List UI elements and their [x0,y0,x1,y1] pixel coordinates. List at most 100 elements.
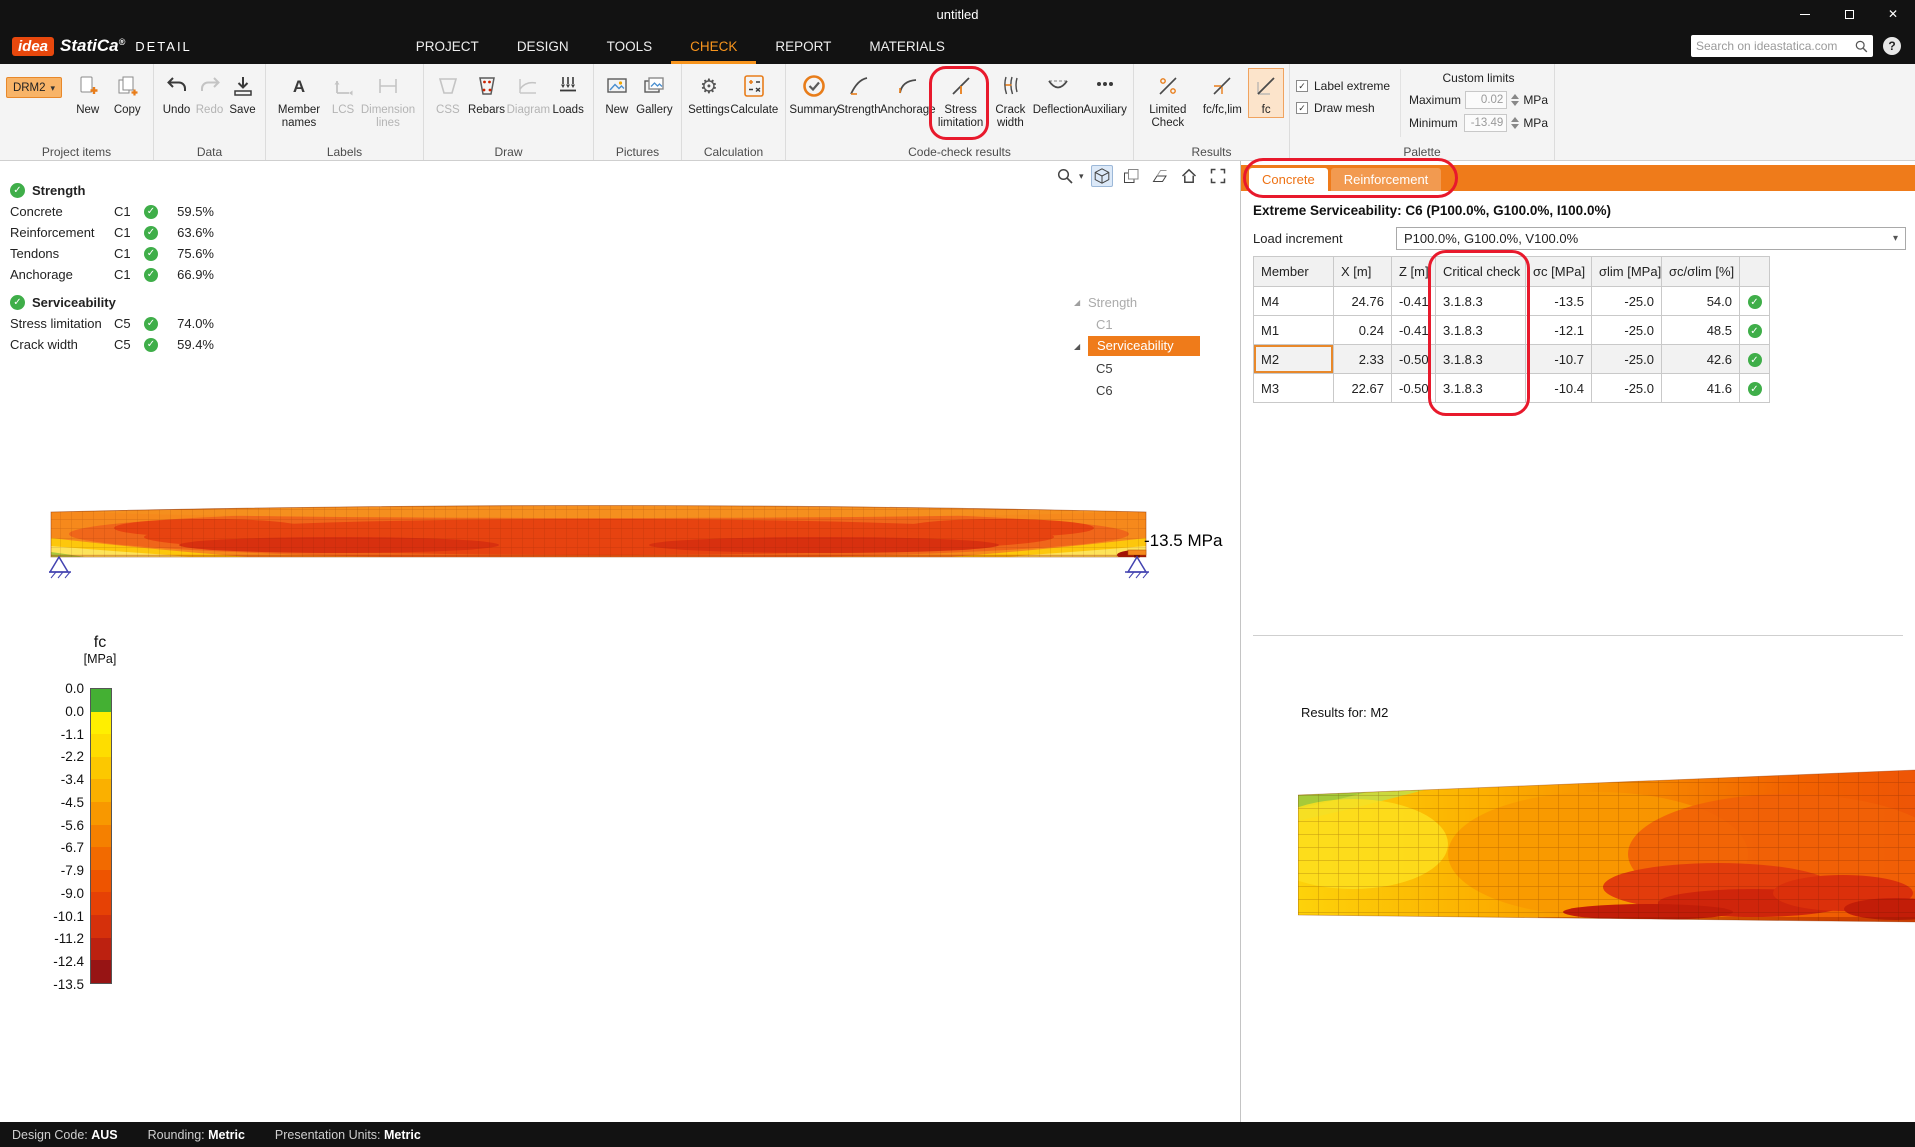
load-increment-dropdown[interactable]: P100.0%, G100.0%, V100.0% ▾ [1396,227,1906,250]
settings-button[interactable]: ⚙ Settings [688,69,730,117]
stress-limitation-label: Stress limitation [934,104,988,130]
check-result-row[interactable]: TendonsC175.6% [10,243,260,264]
limited-check-button[interactable]: Limited Check [1140,69,1196,130]
column-header--c-lim-[interactable]: σc/σlim [%] [1662,257,1740,287]
label-extreme-checkbox[interactable]: Label extreme [1296,79,1396,93]
menu-report[interactable]: REPORT [756,28,850,64]
zoom-dropdown-icon[interactable]: ▾ [1079,171,1084,182]
logo-product: DETAIL [135,39,192,54]
maximize-button[interactable] [1827,0,1871,28]
table-row-m1[interactable]: M10.24-0.413.1.8.3-12.1-25.048.5 [1254,316,1770,345]
column-header-z-m-[interactable]: Z [m] [1392,257,1436,287]
menu-check[interactable]: CHECK [671,28,756,64]
copy-project-item-button[interactable]: Copy [108,69,148,117]
beam-heatmap[interactable] [49,500,1149,590]
column-header-critical-check[interactable]: Critical check [1436,257,1526,287]
group-label-code-check-results: Code-check results [786,145,1133,159]
loads-button[interactable]: Loads [549,69,587,117]
tab-concrete[interactable]: Concrete [1249,168,1328,191]
tab-reinforcement[interactable]: Reinforcement [1331,168,1442,191]
auxiliary-button[interactable]: Auxiliary [1083,69,1127,117]
table-row-m3[interactable]: M322.67-0.503.1.8.3-10.4-25.041.6 [1254,374,1770,403]
search-icon[interactable] [1854,39,1868,53]
navigator-item-c6[interactable]: C6 [1074,379,1200,401]
undo-button[interactable]: Undo [160,69,193,117]
crack-width-button[interactable]: Crack width [987,69,1033,130]
table-row-m4[interactable]: M424.76-0.413.1.8.3-13.5-25.054.0 [1254,287,1770,316]
column-header-x-m-[interactable]: X [m] [1334,257,1392,287]
menu-tools[interactable]: TOOLS [588,28,672,64]
app-window: untitled idea StatiCa® DETAIL PROJECT DE… [0,0,1915,1147]
redo-label: Redo [196,104,224,117]
zoom-icon[interactable] [1054,165,1076,187]
new-picture-label: New [605,104,628,117]
table-row-m2[interactable]: M22.33-0.503.1.8.3-10.7-25.042.6 [1254,345,1770,374]
cell-m2-3: 3.1.8.3 [1436,345,1526,374]
search-input[interactable] [1696,39,1854,53]
home-icon[interactable] [1178,165,1200,187]
help-icon[interactable]: ? [1883,37,1901,55]
check-result-row[interactable]: AnchorageC166.9% [10,264,260,285]
ok-icon [144,226,158,240]
check-result-row[interactable]: ConcreteC159.5% [10,201,260,222]
column-header-member[interactable]: Member [1254,257,1334,287]
tree-expand-icon[interactable]: ◢ [1074,298,1088,307]
minimize-button[interactable] [1783,0,1827,28]
check-name: Stress limitation [10,316,114,331]
axonometry-cube-icon[interactable] [1091,165,1113,187]
legend-segment [91,938,111,961]
ok-icon [10,295,25,310]
minimum-spinner[interactable] [1511,117,1519,129]
legend-segment [91,825,111,848]
summary-button[interactable]: Summary [792,69,836,117]
column-header--c-mpa-[interactable]: σc [MPa] [1526,257,1592,287]
navigator-item-serviceability[interactable]: ◢Serviceability [1074,335,1200,357]
close-button[interactable] [1871,0,1915,28]
group-label-results: Results [1134,145,1289,159]
check-result-row[interactable]: ReinforcementC163.6% [10,222,260,243]
tree-expand-icon[interactable]: ◢ [1074,342,1088,351]
save-button[interactable]: Save [226,69,259,117]
column-header-status[interactable] [1740,257,1770,287]
column-header--lim-mpa-[interactable]: σlim [MPa] [1592,257,1662,287]
check-name: Crack width [10,337,114,352]
check-result-row[interactable]: Crack widthC559.4% [10,334,260,355]
new-picture-button[interactable]: New [600,69,634,117]
menu-project[interactable]: PROJECT [397,28,498,64]
logo-statica: StatiCa® [60,36,125,56]
fc-fclim-button[interactable]: fc/fc,lim [1196,69,1250,117]
draw-mesh-checkbox[interactable]: Draw mesh [1296,101,1396,115]
fit-view-icon[interactable] [1207,165,1229,187]
gallery-button[interactable]: Gallery [634,69,675,117]
stress-limitation-button[interactable]: Stress limitation [934,69,988,130]
rebars-button[interactable]: Rebars [466,69,508,117]
navigator-item-c5[interactable]: C5 [1074,357,1200,379]
navigator-item-c1[interactable]: C1 [1074,313,1200,335]
layers-icon[interactable] [1120,165,1142,187]
gallery-icon [639,71,669,101]
menu-design[interactable]: DESIGN [498,28,588,64]
navigator-item-strength[interactable]: ◢Strength [1074,291,1200,313]
anchorage-label: Anchorage [880,104,936,117]
new-project-item-button[interactable]: New [68,69,108,117]
menu-materials[interactable]: MATERIALS [850,28,964,64]
projection-icon[interactable] [1149,165,1171,187]
deflection-button[interactable]: Deflection [1033,69,1083,117]
maximum-spinner[interactable] [1511,94,1519,106]
results-for-label: Results for: M2 [1301,705,1388,720]
project-item-selector[interactable]: DRM2 [6,77,62,98]
lcs-label: LCS [332,104,354,117]
check-result-row[interactable]: Stress limitationC574.0% [10,313,260,334]
anchorage-check-button[interactable]: Anchorage [882,69,934,117]
member-names-button[interactable]: A Member names [272,69,326,130]
fc-button[interactable]: fc [1249,69,1283,117]
svg-text:⚙: ⚙ [700,74,718,98]
check-case: C1 [114,204,144,219]
status-label: Rounding: [148,1128,208,1142]
strength-check-button[interactable]: Strength [836,69,882,117]
member-detail-heatmap[interactable] [1298,769,1915,925]
check-case: C1 [114,225,144,240]
calculate-button[interactable]: Calculate [730,69,779,117]
viewport-canvas[interactable]: StrengthConcreteC159.5%ReinforcementC163… [0,161,1240,1122]
undo-label: Undo [163,104,191,117]
